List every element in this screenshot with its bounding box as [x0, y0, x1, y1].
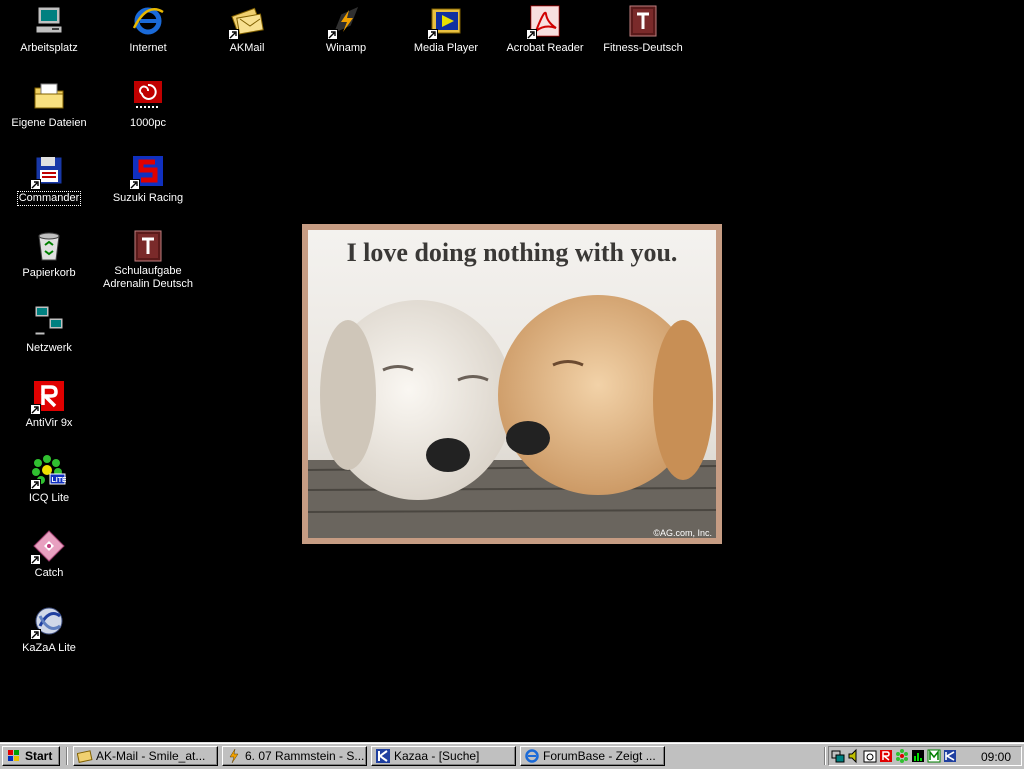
resource-meter-icon[interactable] [911, 748, 925, 764]
shortcut-arrow-icon [129, 179, 140, 190]
antivir-tray-icon[interactable] [879, 748, 893, 764]
desktop-icon-label: AntiVir 9x [25, 417, 73, 429]
commander-icon [30, 154, 66, 190]
wallpaper-credit: ©AG.com, Inc. [653, 528, 712, 538]
desktop-icon-1000pc[interactable]: 1000pc [102, 77, 194, 131]
internet-explorer-icon [524, 748, 540, 764]
start-label: Start [25, 749, 53, 763]
desktop-icon-arbeitsplatz[interactable]: Arbeitsplatz [3, 2, 95, 56]
taskbar-button-akmail[interactable]: AK-Mail - Smile_at... [73, 746, 218, 766]
desktop-icon-schulaufgabe[interactable]: Schulaufgabe Adrenalin Deutsch [102, 227, 194, 292]
icq-tray-icon[interactable] [895, 748, 909, 764]
schulaufgabe-icon [131, 229, 165, 263]
desktop-icon-fitness-deutsch[interactable]: Fitness-Deutsch [597, 2, 689, 56]
my-computer-icon [32, 4, 66, 38]
m-tray-icon[interactable] [927, 748, 941, 764]
desktop-icon-label: Papierkorb [22, 267, 76, 279]
desktop-icon-label: ICQ Lite [28, 492, 70, 504]
desktop-icon-label: Acrobat Reader [506, 42, 584, 54]
puppies-photo [308, 230, 716, 538]
suzuki-icon [129, 154, 165, 190]
windows-logo-icon [6, 748, 22, 764]
desktop-icon-akmail[interactable]: AKMail [201, 2, 293, 56]
desktop-icon-label: AKMail [229, 42, 265, 54]
kazaa-icon [30, 604, 66, 640]
shortcut-arrow-icon [526, 29, 537, 40]
akmail-icon [77, 748, 93, 764]
desktop-icon-suzuki-racing[interactable]: Suzuki Racing [102, 152, 194, 206]
desktop-icon-label: Netzwerk [26, 342, 72, 354]
taskbar-button-forumbase[interactable]: ForumBase - Zeigt ... [520, 746, 665, 766]
desktop-icon-label: KaZaA Lite [22, 642, 76, 654]
desktop-icon-antivir[interactable]: AntiVir 9x [3, 377, 95, 431]
taskbar-button-kazaa[interactable]: Kazaa - [Suche] [371, 746, 516, 766]
kazaa-icon [375, 748, 391, 764]
desktop-icon-label: Winamp [325, 42, 367, 54]
desktop-icon-label: Suzuki Racing [112, 192, 184, 204]
clock[interactable]: 09:00 [981, 749, 1011, 765]
desktop-icon-internet[interactable]: Internet [102, 2, 194, 56]
taskbar-button-label: ForumBase - Zeigt ... [543, 749, 656, 763]
akmail-icon [228, 4, 264, 40]
shortcut-arrow-icon [30, 179, 41, 190]
desktop-icon-label: Arbeitsplatz [20, 42, 78, 54]
shortcut-arrow-icon [30, 479, 41, 490]
shortcut-arrow-icon [30, 629, 41, 640]
shortcut-arrow-icon [30, 554, 41, 565]
documents-folder-icon [32, 79, 66, 113]
taskbar-separator [66, 747, 68, 765]
desktop-icon-acrobat-reader[interactable]: Acrobat Reader [499, 2, 591, 56]
desktop-icon-label: Media Player [413, 42, 479, 54]
catch-icon [30, 529, 66, 565]
desktop-icon-label: Schulaufgabe Adrenalin Deutsch [103, 265, 193, 290]
desktop-icon-label: Eigene Dateien [11, 117, 87, 129]
desktop-icon-label: Commander [16, 191, 82, 206]
antivir-icon [30, 379, 66, 415]
desktop: Arbeitsplatz Eigene Dateien Commander Pa… [0, 0, 1024, 742]
desktop-icon-media-player[interactable]: Media Player [400, 2, 492, 56]
taskbar-separator [824, 747, 826, 765]
shortcut-arrow-icon [427, 29, 438, 40]
desktop-icon-commander[interactable]: Commander [3, 152, 95, 206]
recycle-bin-icon [32, 229, 66, 263]
network-tray-icon[interactable] [831, 748, 845, 764]
internet-explorer-icon [131, 4, 165, 38]
shortcut-arrow-icon [327, 29, 338, 40]
taskbar-button-label: Kazaa - [Suche] [394, 749, 480, 763]
desktop-icon-netzwerk[interactable]: Netzwerk [3, 302, 95, 356]
winamp-icon [327, 4, 363, 40]
winamp-icon [226, 748, 242, 764]
wallpaper-caption: I love doing nothing with you. [346, 238, 678, 267]
desktop-icon-catch[interactable]: Catch [3, 527, 95, 581]
media-player-icon [427, 4, 463, 40]
desktop-icon-eigene-dateien[interactable]: Eigene Dateien [3, 77, 95, 131]
kazaa-tray-icon[interactable] [943, 748, 957, 764]
taskbar-button-label: AK-Mail - Smile_at... [96, 749, 206, 763]
acrobat-icon [526, 4, 562, 40]
shortcut-arrow-icon [30, 404, 41, 415]
taskbar-button-winamp[interactable]: 6. 07 Rammstein - S... [222, 746, 367, 766]
start-button[interactable]: Start [2, 746, 60, 766]
desktop-icon-icq-lite[interactable]: LITE ICQ Lite [3, 452, 95, 506]
task-scheduler-icon[interactable] [863, 748, 877, 764]
1000pc-icon [131, 79, 165, 113]
desktop-icon-kazaa-lite[interactable]: KaZaA Lite [3, 602, 95, 656]
taskbar-button-label: 6. 07 Rammstein - S... [245, 749, 365, 763]
system-tray: 09:00 [828, 746, 1022, 766]
fitness-deutsch-icon [626, 4, 660, 38]
desktop-icon-label: Catch [34, 567, 64, 579]
svg-text:LITE: LITE [52, 477, 67, 484]
desktop-icon-label: Fitness-Deutsch [603, 42, 683, 54]
desktop-icon-papierkorb[interactable]: Papierkorb [3, 227, 95, 281]
icq-icon: LITE [30, 454, 67, 490]
desktop-icon-label: Internet [129, 42, 167, 54]
desktop-icon-label: 1000pc [129, 117, 167, 129]
network-icon [32, 304, 66, 338]
desktop-icon-winamp[interactable]: Winamp [300, 2, 392, 56]
volume-icon[interactable] [847, 748, 861, 764]
taskbar: Start AK-Mail - Smile_at... 6. 07 Rammst… [0, 742, 1024, 769]
shortcut-arrow-icon [228, 29, 239, 40]
wallpaper-image: I love doing nothing with you. ©AG.com, … [302, 224, 722, 544]
